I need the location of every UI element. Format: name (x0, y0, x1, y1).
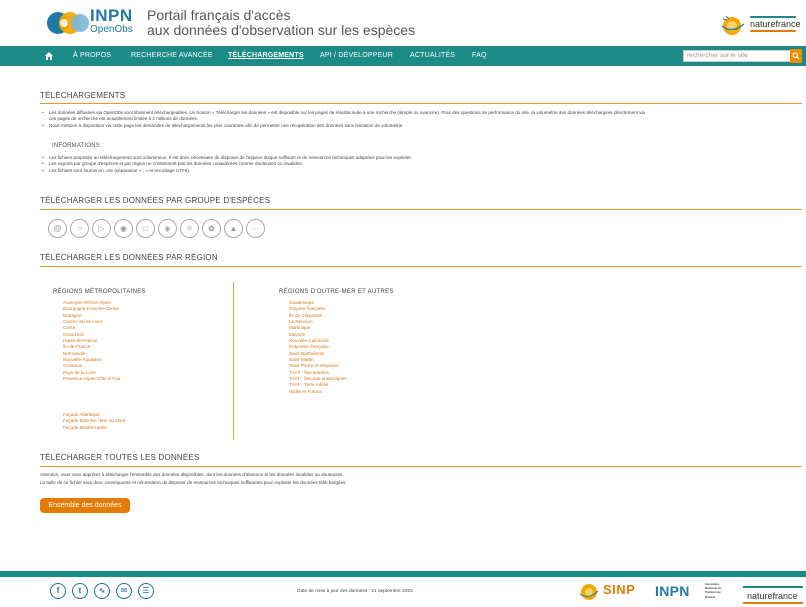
insect-icon[interactable]: □ (136, 219, 155, 238)
shell-icon[interactable]: ◉ (114, 219, 133, 238)
naturefrance-emblem-icon (721, 15, 745, 35)
nav-telechargements[interactable]: TÉLÉCHARGEMENTS (228, 46, 304, 66)
inpn-sub-line: Patrimoine (705, 590, 721, 595)
nav-a-propos[interactable]: À PROPOS (73, 46, 111, 66)
all-data-warning: Attention, vous vous apprêtez à téléchar… (40, 471, 347, 487)
column-divider (233, 282, 234, 440)
naturefrance-footer-logo[interactable]: naturefrance (743, 584, 805, 604)
search-button[interactable] (790, 49, 802, 63)
logo-text[interactable]: INPN OpenObs (90, 7, 133, 35)
search-input[interactable]: rechercher sur le site (683, 50, 791, 62)
snail-icon[interactable]: @ (48, 219, 67, 238)
downloads-bullet: Nous mettons à disposition via cette pag… (42, 123, 802, 130)
region-link[interactable]: Provence-Alpes-Côte d'Azur (63, 376, 121, 382)
downloads-bullet-continued-text: ces pages de recherche est actuellement … (49, 116, 199, 122)
section-divider (40, 209, 802, 210)
newsletter-icon[interactable]: ☰ (138, 583, 154, 599)
info-bullets: Les fichiers proposés au téléchargement … (42, 155, 802, 174)
all-data-warning-2: La taille de ce fichier sera donc conséq… (40, 479, 347, 485)
facebook-icon[interactable]: f (50, 583, 66, 599)
inpn-footer-text: INPN (655, 583, 690, 599)
sinp-logo[interactable]: SINP (575, 581, 643, 603)
region-link[interactable]: Façade Méditerranée (63, 425, 125, 431)
twitter-icon[interactable]: t (72, 583, 88, 599)
mail-icon[interactable]: ✉ (116, 583, 132, 599)
downloads-bullets: Les données diffusées via OpenObs sont l… (42, 110, 802, 129)
section-divider (40, 466, 802, 467)
section-divider (40, 266, 802, 267)
region-link[interactable]: Bourgogne-Franche-Comté (63, 306, 121, 312)
portal-title: Portail français d'accès aux données d'o… (147, 8, 415, 38)
region-link[interactable]: Wallis et Futuna (289, 389, 347, 395)
mammal-icon[interactable]: ▲ (224, 219, 243, 238)
region-link[interactable]: Façade Manche / Mer du Nord (63, 418, 125, 424)
nav-api-developpeur[interactable]: API / DÉVELOPPEUR (320, 46, 393, 66)
rss-icon[interactable]: ∿ (94, 583, 110, 599)
search-icon (792, 52, 800, 60)
header: INPN OpenObs Portail français d'accès au… (0, 0, 806, 46)
openobs-logo-icon[interactable] (46, 8, 90, 38)
inpn-sub-line: Naturel (705, 594, 716, 599)
crab-icon[interactable]: ○ (70, 219, 89, 238)
home-icon[interactable] (44, 51, 54, 61)
region-link[interactable]: Saint-Pierre-et-Miquelon (289, 363, 347, 369)
nav-faq[interactable]: FAQ (472, 46, 487, 66)
logo-inpn: INPN (90, 6, 133, 25)
outremer-title: RÉGIONS D'OUTRE-MER ET AUTRES (279, 289, 394, 295)
main-nav: À PROPOS RECHERCHE AVANCÉE TÉLÉCHARGEMEN… (0, 46, 806, 66)
update-date: Date de mise à jour des données : 21 sep… (297, 589, 413, 594)
naturefrance-text: naturefrance (750, 19, 801, 29)
outremer-region-list: Guadeloupe Guyane française Île de Clipper… (289, 300, 347, 395)
nav-recherche-avancee[interactable]: RECHERCHE AVANCÉE (131, 46, 213, 66)
regions-title: TÉLÉCHARGER LES DONNÉES PAR RÉGION (40, 253, 218, 262)
downloads-title: TÉLÉCHARGEMENTS (40, 91, 126, 100)
nav-actualites[interactable]: ACTUALITÉS (410, 46, 455, 66)
all-data-warning-1: Attention, vous vous apprêtez à téléchar… (40, 472, 344, 477)
all-data-title: TÉLÉCHARGER TOUTES LES DONNÉES (40, 453, 200, 462)
portal-title-line2: aux données d'observation sur les espèce… (147, 22, 416, 38)
inpn-subtitle: Inventaire National du Patrimoine Nature… (705, 582, 721, 599)
naturefrance-footer-text: naturefrance (747, 591, 798, 601)
facade-list: Façade Atlantique Façade Manche / Mer du … (63, 412, 125, 431)
section-divider (40, 103, 802, 104)
download-all-button[interactable]: Ensemble des données (40, 498, 130, 513)
logo-openobs: OpenObs (90, 24, 133, 35)
species-title: TÉLÉCHARGER LES DONNÉES PAR GROUPE D'ESP… (40, 196, 271, 205)
frog-icon[interactable]: ⚛ (180, 219, 199, 238)
footer: f t ∿ ✉ ☰ Date de mise à jour des donnée… (0, 577, 806, 607)
flower-icon[interactable]: ✿ (202, 219, 221, 238)
portal-title-line1: Portail français d'accès (147, 7, 291, 23)
more-icon[interactable]: ··· (246, 219, 265, 238)
info-bullet: Les fichiers sont fournis en .csv (sépar… (42, 168, 802, 175)
fish-icon[interactable]: ▷ (92, 219, 111, 238)
metro-region-list: Auvergne-Rhône-Alpes Bourgogne-Franche-Co… (63, 300, 121, 382)
sinp-text: SINP (603, 582, 636, 597)
info-title: INFORMATIONS : (52, 143, 104, 149)
metro-title: RÉGIONS MÉTROPOLITAINES (53, 289, 146, 295)
naturefrance-logo[interactable]: naturefrance (712, 10, 802, 38)
inpn-footer-logo[interactable]: INPN (655, 583, 690, 599)
bird-icon[interactable]: ◈ (158, 219, 177, 238)
sinp-emblem-icon (579, 584, 599, 600)
